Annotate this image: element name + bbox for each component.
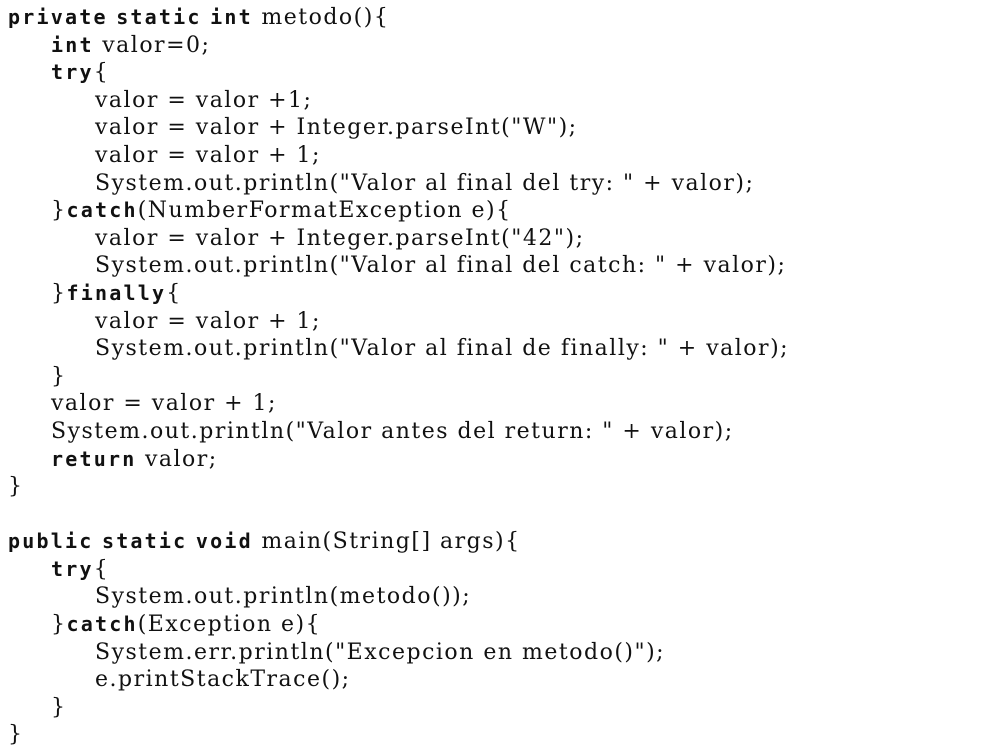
code-line-18: } [8, 474, 24, 500]
method-signature: main(String[] args){ [261, 529, 521, 555]
method-signature: metodo(){ [261, 5, 390, 30]
keyword-private: private [8, 5, 108, 29]
code-line-15: valor = valor + 1; [51, 391, 277, 417]
code-line-3: try{ [8, 59, 983, 87]
keyword-int: int [210, 5, 253, 29]
code-line-23: }catch(Exception e){ [8, 611, 983, 639]
code-text: { [93, 60, 110, 86]
code-text: } [51, 198, 67, 224]
keyword-catch: catch [66, 198, 138, 223]
code-line-17: return valor; [8, 446, 983, 474]
code-line-20: public static void main(String[] args){ [8, 528, 983, 556]
code-text: (Exception e){ [137, 612, 322, 638]
code-text: (NumberFormatException e){ [137, 198, 512, 224]
code-text: { [166, 280, 182, 306]
keyword-void: void [195, 529, 253, 554]
code-line-25: e.printStackTrace(); [95, 667, 351, 693]
code-line-24: System.err.println("Excepcion en metodo(… [95, 639, 666, 665]
keyword-int: int [51, 32, 94, 57]
code-line-9: valor = valor + Integer.parseInt("42"); [95, 225, 585, 251]
keyword-finally: finally [66, 280, 167, 305]
keyword-public: public [8, 529, 94, 554]
keyword-try: try [51, 556, 94, 581]
code-line-7: System.out.println("Valor al final del t… [95, 170, 755, 196]
code-line-27: } [8, 722, 24, 748]
code-line-14: } [51, 363, 67, 389]
code-line-10: System.out.println("Valor al final del c… [95, 253, 787, 279]
code-line-26: } [51, 694, 67, 720]
code-text: } [51, 280, 67, 306]
keyword-try: try [51, 60, 94, 85]
code-line-22: System.out.println(metodo()); [95, 584, 472, 610]
code-listing: private static int metodo(){ int valor=0… [8, 4, 983, 749]
code-line-8: }catch(NumberFormatException e){ [8, 197, 983, 225]
code-text: { [93, 556, 110, 582]
code-text: valor=0; [102, 32, 211, 58]
code-line-4: valor = valor +1; [95, 87, 313, 113]
code-line-12: valor = valor + 1; [95, 308, 321, 334]
code-line-13: System.out.println("Valor al final de fi… [95, 336, 790, 362]
keyword-static: static [116, 5, 202, 29]
code-text: valor; [144, 446, 218, 472]
code-line-11: }finally{ [8, 280, 983, 308]
code-line-5: valor = valor + Integer.parseInt("W"); [95, 115, 578, 141]
code-line-16: System.out.println("Valor antes del retu… [51, 418, 734, 444]
code-line-1: private static int metodo(){ [8, 4, 983, 32]
keyword-static: static [101, 529, 188, 554]
code-line-2: int valor=0; [8, 32, 983, 60]
code-line-21: try{ [8, 556, 983, 584]
code-line-6: valor = valor + 1; [95, 142, 321, 168]
keyword-catch: catch [66, 612, 138, 637]
keyword-return: return [51, 446, 137, 471]
code-text: } [51, 612, 67, 638]
